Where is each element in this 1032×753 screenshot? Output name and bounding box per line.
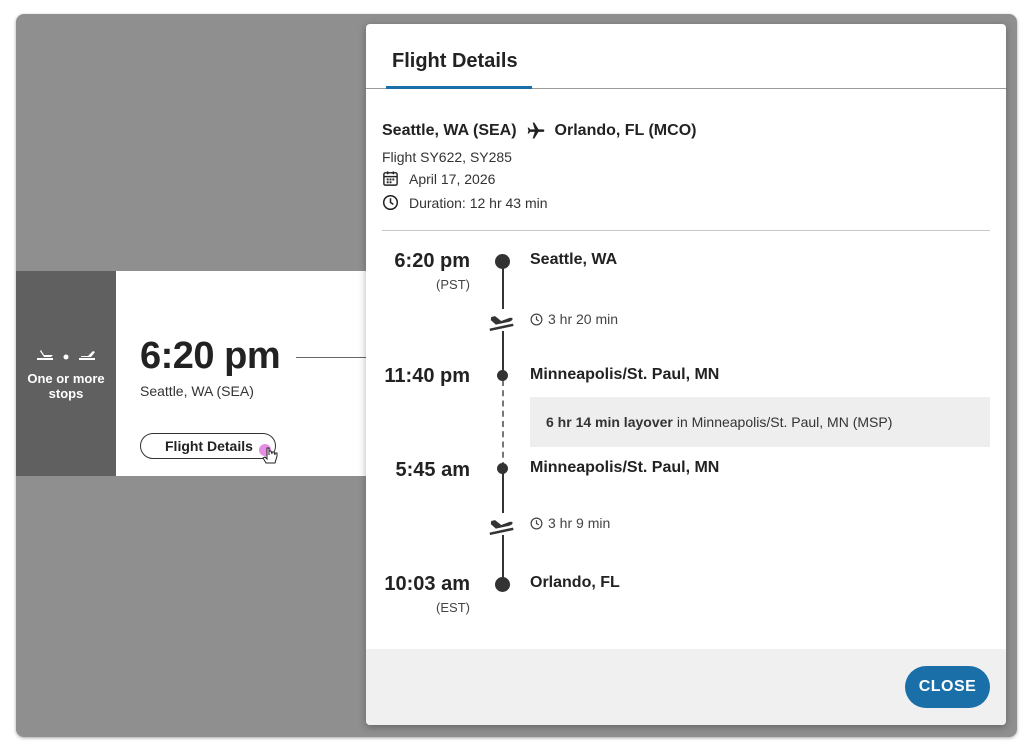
destination: Orlando, FL (MCO) (554, 122, 697, 139)
duration-row: Duration: 12 hr 43 min (382, 194, 548, 211)
airplane-icon (486, 513, 516, 536)
clock-icon (530, 517, 543, 529)
layover-info: 6 hr 14 min layover in Minneapolis/St. P… (530, 397, 990, 447)
stop-city: Orlando, FL (530, 574, 620, 591)
stops-panel: One or more stops (16, 271, 116, 476)
tab-flight-details[interactable]: Flight Details (386, 50, 524, 89)
stop-city: Minneapolis/St. Paul, MN (530, 366, 720, 383)
stop-time: 6:20 pm (394, 250, 470, 272)
origin: Seattle, WA (SEA) (382, 122, 517, 139)
stop-time: 10:03 am (384, 573, 470, 595)
total-duration: Duration: 12 hr 43 min (409, 194, 548, 211)
flight-details-button[interactable]: Flight Details (140, 433, 276, 459)
clock-icon (530, 313, 543, 325)
date-row: April 17, 2026 (382, 170, 495, 187)
layover-dashed-line (502, 380, 504, 468)
modal-header: Flight Details (366, 24, 1006, 89)
divider (382, 230, 990, 231)
flight-details-modal: Flight Details Seattle, WA (SEA) Orlando… (366, 24, 1006, 725)
departure-time: 6:20 pm (140, 335, 281, 377)
airplane-icon (525, 121, 547, 141)
timeline-dot (497, 370, 508, 381)
stops-icon (35, 347, 97, 365)
stop-timezone: (PST) (436, 277, 470, 292)
leg-duration: 3 hr 20 min (530, 311, 618, 327)
flight-numbers: Flight SY622, SY285 (382, 149, 512, 165)
calendar-icon (383, 171, 398, 186)
route-summary: Seattle, WA (SEA) Orlando, FL (MCO) (382, 121, 696, 141)
stop-city: Seattle, WA (530, 251, 618, 268)
app-frame: One or more stops 6:20 pm Seattle, WA (S… (16, 14, 1017, 737)
route-line (296, 357, 366, 358)
stops-label: One or more stops (27, 370, 105, 401)
timeline-dot (497, 463, 508, 474)
stop-time: 11:40 pm (384, 365, 470, 387)
card-body: 6:20 pm Seattle, WA (SEA) Flight Details (116, 271, 366, 476)
timeline-dot (495, 577, 510, 592)
close-button[interactable]: CLOSE (905, 666, 990, 708)
leg-duration: 3 hr 9 min (530, 515, 610, 531)
clock-icon (382, 194, 399, 211)
departure-city: Seattle, WA (SEA) (140, 383, 254, 399)
layover-duration: 6 hr 14 min layover (546, 414, 673, 430)
leg-duration-text: 3 hr 20 min (548, 311, 619, 327)
airplane-icon (486, 309, 516, 332)
layover-location: in Minneapolis/St. Paul, MN (MSP) (676, 414, 893, 430)
stop-timezone: (EST) (436, 600, 470, 615)
modal-footer: CLOSE (366, 649, 1006, 725)
leg-duration-text: 3 hr 9 min (548, 515, 611, 531)
stop-city: Minneapolis/St. Paul, MN (530, 459, 720, 476)
active-tab-indicator (386, 86, 532, 89)
timeline-dot (495, 254, 510, 269)
stop-time: 5:45 am (395, 459, 471, 481)
flight-date: April 17, 2026 (409, 170, 496, 187)
pointer-cursor-icon (259, 444, 278, 464)
